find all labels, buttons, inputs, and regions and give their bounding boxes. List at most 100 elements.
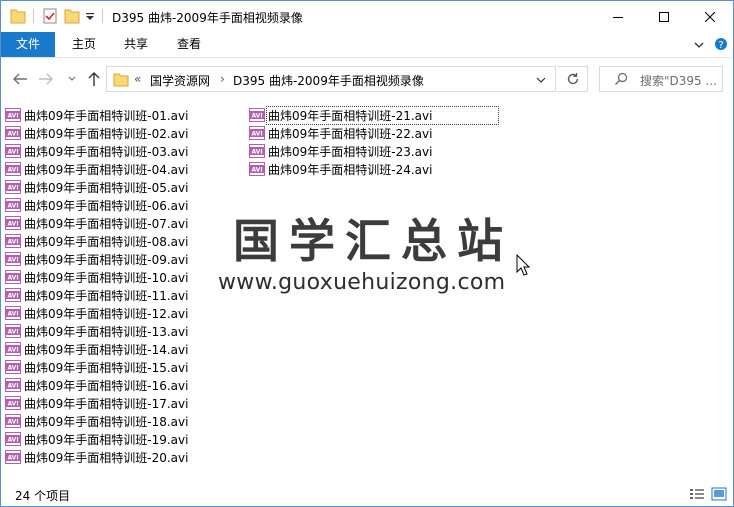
folder-icon	[10, 7, 26, 25]
up-arrow-icon[interactable]	[85, 70, 103, 88]
divider	[102, 9, 103, 23]
refresh-icon	[567, 73, 578, 85]
file-name: 曲炜09年手面相特训班-21.avi	[265, 105, 500, 125]
file-name: 曲炜09年手面相特训班-07.avi	[24, 216, 189, 231]
avi-file-icon: AVI	[5, 270, 21, 284]
file-item[interactable]: AVI 曲炜09年手面相特训班-17.avi	[5, 394, 189, 412]
details-view-icon[interactable]	[689, 487, 705, 501]
file-item[interactable]: AVI 曲炜09年手面相特训班-07.avi	[5, 214, 189, 232]
help-icon[interactable]: ?	[714, 37, 728, 54]
window-title: D395 曲炜-2009年手面相视频录像	[112, 11, 303, 25]
svg-text:AVI: AVI	[7, 113, 18, 120]
avi-file-icon: AVI	[5, 288, 21, 302]
svg-text:AVI: AVI	[7, 131, 18, 138]
file-item[interactable]: AVI 曲炜09年手面相特训班-10.avi	[5, 268, 189, 286]
file-item[interactable]: AVI 曲炜09年手面相特训班-23.avi	[249, 142, 433, 160]
file-name: 曲炜09年手面相特训班-14.avi	[24, 342, 189, 357]
file-item[interactable]: AVI 曲炜09年手面相特训班-21.avi	[249, 105, 500, 125]
file-item[interactable]: AVI 曲炜09年手面相特训班-04.avi	[5, 160, 189, 178]
search-input[interactable]: 搜索"D395 ...	[599, 66, 723, 92]
file-name: 曲炜09年手面相特训班-04.avi	[24, 162, 189, 177]
chevron-right-icon[interactable]: ›	[220, 72, 225, 86]
new-folder-icon[interactable]	[64, 7, 80, 25]
file-name: 曲炜09年手面相特训班-06.avi	[24, 198, 189, 213]
search-placeholder: 搜索"D395 ...	[640, 74, 717, 88]
file-item[interactable]: AVI 曲炜09年手面相特训班-02.avi	[5, 124, 189, 142]
file-item[interactable]: AVI 曲炜09年手面相特训班-12.avi	[5, 304, 189, 322]
svg-text:AVI: AVI	[7, 167, 18, 174]
divider	[33, 9, 34, 23]
avi-file-icon: AVI	[5, 450, 21, 464]
back-arrow-icon[interactable]	[11, 70, 29, 88]
file-name: 曲炜09年手面相特训班-16.avi	[24, 378, 189, 393]
file-name: 曲炜09年手面相特训班-03.avi	[24, 144, 189, 159]
svg-text:AVI: AVI	[251, 149, 262, 156]
breadcrumb-segment[interactable]: 国学资源网	[150, 72, 210, 89]
avi-file-icon: AVI	[5, 180, 21, 194]
file-item[interactable]: AVI 曲炜09年手面相特训班-24.avi	[249, 160, 433, 178]
svg-text:AVI: AVI	[7, 311, 18, 318]
file-name: 曲炜09年手面相特训班-15.avi	[24, 360, 189, 375]
svg-text:AVI: AVI	[251, 167, 262, 174]
file-item[interactable]: AVI 曲炜09年手面相特训班-22.avi	[249, 124, 433, 142]
avi-file-icon: AVI	[249, 162, 265, 176]
avi-file-icon: AVI	[5, 378, 21, 392]
file-item[interactable]: AVI 曲炜09年手面相特训班-08.avi	[5, 232, 189, 250]
avi-file-icon: AVI	[249, 144, 265, 158]
file-item[interactable]: AVI 曲炜09年手面相特训班-05.avi	[5, 178, 189, 196]
file-name: 曲炜09年手面相特训班-02.avi	[24, 126, 189, 141]
recent-locations-chevron-icon[interactable]	[63, 70, 81, 88]
tab-home[interactable]: 主页	[61, 32, 107, 57]
svg-text:AVI: AVI	[7, 203, 18, 210]
mouse-cursor-icon	[516, 253, 531, 279]
refresh-button[interactable]	[558, 66, 588, 92]
breadcrumb-segment[interactable]: D395 曲炜-2009年手面相视频录像	[233, 72, 424, 89]
avi-file-icon: AVI	[5, 252, 21, 266]
svg-text:AVI: AVI	[7, 257, 18, 264]
svg-text:AVI: AVI	[7, 401, 18, 408]
svg-text:AVI: AVI	[251, 131, 262, 138]
file-name: 曲炜09年手面相特训班-08.avi	[24, 234, 189, 249]
minimize-button[interactable]	[595, 1, 641, 32]
file-item[interactable]: AVI 曲炜09年手面相特训班-01.avi	[5, 106, 189, 124]
properties-icon[interactable]	[42, 7, 58, 25]
navigation-bar: « 国学资源网 › D395 曲炜-2009年手面相视频录像 搜索"D395 .…	[1, 58, 733, 100]
address-bar[interactable]: « 国学资源网 › D395 曲炜-2009年手面相视频录像	[106, 66, 556, 92]
file-item[interactable]: AVI 曲炜09年手面相特训班-09.avi	[5, 250, 189, 268]
search-icon	[614, 72, 628, 89]
tab-share[interactable]: 共享	[113, 32, 159, 57]
svg-text:AVI: AVI	[7, 275, 18, 282]
avi-file-icon: AVI	[5, 162, 21, 176]
address-history-chevron-icon[interactable]	[536, 74, 546, 88]
avi-file-icon: AVI	[5, 126, 21, 140]
maximize-button[interactable]	[641, 1, 687, 32]
file-item[interactable]: AVI 曲炜09年手面相特训班-16.avi	[5, 376, 189, 394]
tab-view[interactable]: 查看	[166, 32, 212, 57]
file-item[interactable]: AVI 曲炜09年手面相特训班-11.avi	[5, 286, 189, 304]
expand-ribbon-icon[interactable]	[693, 39, 705, 54]
forward-arrow-icon[interactable]	[37, 70, 55, 88]
file-item[interactable]: AVI 曲炜09年手面相特训班-15.avi	[5, 358, 189, 376]
avi-file-icon: AVI	[5, 306, 21, 320]
large-icons-view-icon[interactable]	[711, 487, 727, 501]
watermark-url: www.guoxuehuizong.com	[218, 270, 506, 295]
file-name: 曲炜09年手面相特训班-05.avi	[24, 180, 189, 195]
customize-quick-access-icon[interactable]	[85, 11, 95, 29]
avi-file-icon: AVI	[5, 432, 21, 446]
file-item[interactable]: AVI 曲炜09年手面相特训班-19.avi	[5, 430, 189, 448]
title-bar: D395 曲炜-2009年手面相视频录像	[1, 1, 733, 32]
svg-text:AVI: AVI	[7, 455, 18, 462]
svg-text:AVI: AVI	[7, 437, 18, 444]
file-item[interactable]: AVI 曲炜09年手面相特训班-14.avi	[5, 340, 189, 358]
file-item[interactable]: AVI 曲炜09年手面相特训班-06.avi	[5, 196, 189, 214]
svg-text:?: ?	[718, 40, 723, 51]
file-item[interactable]: AVI 曲炜09年手面相特训班-18.avi	[5, 412, 189, 430]
file-item[interactable]: AVI 曲炜09年手面相特训班-20.avi	[5, 448, 189, 466]
svg-text:AVI: AVI	[251, 113, 262, 120]
close-button[interactable]	[687, 1, 733, 32]
file-item[interactable]: AVI 曲炜09年手面相特训班-13.avi	[5, 322, 189, 340]
address-overflow[interactable]: «	[134, 72, 141, 86]
file-item[interactable]: AVI 曲炜09年手面相特训班-03.avi	[5, 142, 189, 160]
svg-text:AVI: AVI	[7, 221, 18, 228]
tab-file[interactable]: 文件	[1, 32, 55, 57]
